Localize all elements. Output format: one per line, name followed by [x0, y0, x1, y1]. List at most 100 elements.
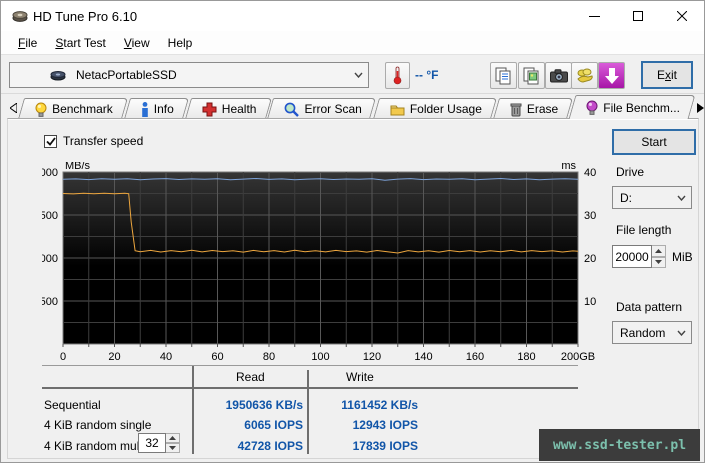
svg-text:20: 20: [108, 351, 120, 363]
tab-scroll-right-button[interactable]: [696, 98, 704, 118]
svg-text:ms: ms: [561, 162, 576, 172]
app-disk-icon: [12, 9, 28, 23]
tab-benchmark[interactable]: Benchmark: [21, 98, 125, 119]
temperature-value: -- °F: [415, 68, 439, 82]
drive-label: Drive: [616, 165, 645, 179]
svg-text:1000: 1000: [42, 253, 58, 265]
copy-text-button[interactable]: [490, 62, 517, 89]
data-pattern-select[interactable]: Random: [612, 321, 692, 344]
queue-depth-input[interactable]: 32: [138, 433, 166, 453]
row-label-random-multi: 4 KiB random multi: [44, 439, 146, 453]
transfer-speed-label: Transfer speed: [63, 134, 144, 148]
svg-text:500: 500: [42, 296, 58, 308]
svg-text:40: 40: [160, 351, 172, 363]
queue-depth-up-button[interactable]: [166, 433, 180, 443]
svg-text:80: 80: [263, 351, 275, 363]
arrow-right-icon: [696, 103, 704, 113]
queue-depth-down-button[interactable]: [166, 443, 180, 453]
menu-file[interactable]: File: [9, 33, 46, 53]
hand-coins-icon: [576, 68, 593, 83]
data-pattern-label: Data pattern: [616, 300, 683, 314]
donate-button[interactable]: [571, 62, 598, 89]
tab-folder-usage[interactable]: Folder Usage: [376, 98, 494, 119]
bulb-yellow-icon: [35, 102, 47, 117]
tab-scroll-left-button[interactable]: [10, 98, 18, 118]
close-button[interactable]: [660, 1, 704, 31]
save-results-button[interactable]: [598, 62, 625, 89]
arrow-left-icon: [10, 103, 18, 113]
title-bar: HD Tune Pro 6.10: [1, 1, 704, 31]
menu-help[interactable]: Help: [159, 33, 202, 53]
file-length-down-button[interactable]: [652, 256, 666, 268]
svg-text:100: 100: [311, 351, 329, 363]
svg-text:180: 180: [517, 351, 535, 363]
results-divider: [42, 365, 578, 366]
transfer-speed-checkbox[interactable]: [44, 134, 57, 148]
menu-start-test[interactable]: Start Test: [46, 33, 114, 53]
temperature-button[interactable]: [385, 62, 410, 89]
row-label-random-single: 4 KiB random single: [44, 418, 152, 432]
start-button[interactable]: Start: [612, 129, 696, 155]
drive-select[interactable]: D:: [612, 186, 692, 209]
tab-health[interactable]: Health: [188, 98, 269, 119]
file-length-unit: MiB: [672, 249, 693, 264]
toolbar: NetacPortableSSD -- °F Exit: [1, 54, 704, 94]
arrow-up-icon: [169, 436, 176, 440]
random-single-read-value: 6065 IOPS: [244, 418, 303, 432]
menu-bar: File Start Test View Help: [1, 31, 704, 54]
copy-image-button[interactable]: [518, 62, 545, 89]
header-underline: [42, 387, 578, 389]
svg-text:120: 120: [363, 351, 381, 363]
copy-image-icon: [523, 67, 539, 84]
column-separator: [192, 366, 194, 454]
menu-view[interactable]: View: [115, 33, 159, 53]
tab-strip: Benchmark Info Health Error Scan Folder …: [1, 95, 704, 119]
svg-text:2000: 2000: [42, 167, 58, 179]
svg-text:140: 140: [414, 351, 432, 363]
chevron-down-icon: [671, 330, 691, 336]
side-panel: Start Drive D: File length 20000 MiB Dat…: [612, 129, 698, 344]
svg-text:60: 60: [211, 351, 223, 363]
column-separator: [307, 370, 309, 454]
svg-text:0: 0: [60, 351, 66, 363]
drive-value: D:: [620, 190, 632, 205]
file-length-label: File length: [616, 223, 672, 237]
svg-text:10: 10: [584, 296, 596, 308]
info-icon: [141, 101, 148, 117]
screenshot-button[interactable]: [545, 62, 572, 89]
sequential-read-value: 1950636 KB/s: [225, 398, 303, 412]
sequential-write-value: 1161452 KB/s: [341, 398, 418, 412]
svg-text:30: 30: [584, 210, 596, 222]
read-column-header: Read: [236, 370, 265, 384]
folder-icon: [390, 105, 405, 115]
tab-info[interactable]: Info: [127, 98, 186, 119]
arrow-up-icon: [655, 248, 662, 253]
file-benchmark-page: Transfer speed 20001500100050040302010MB…: [7, 118, 700, 461]
benchmark-chart: 2000 1500 1000 500 40 30 20 10 MB/s ms 0 20 40 60 80 10…: [42, 162, 596, 363]
file-length-input[interactable]: 20000: [612, 245, 652, 268]
copy-text-icon: [495, 67, 511, 84]
health-cross-icon: [202, 102, 217, 116]
device-select[interactable]: NetacPortableSSD: [9, 62, 369, 88]
tab-file-benchmark[interactable]: File Benchm...: [572, 95, 692, 119]
benchmark-chart-area: 2000 1500 1000 500 40 30 20 10 MB/s ms 0 20 40 60 80 10…: [42, 162, 602, 367]
chevron-down-icon: [348, 72, 368, 78]
row-label-sequential: Sequential: [44, 398, 101, 412]
hd-tune-window: HD Tune Pro 6.10 File Start Test View He…: [0, 0, 705, 463]
data-pattern-value: Random: [620, 325, 666, 340]
svg-text:200GB: 200GB: [561, 351, 595, 363]
tab-error-scan[interactable]: Error Scan: [270, 98, 373, 119]
maximize-button[interactable]: [616, 1, 660, 31]
bulb-purple-icon: [586, 100, 598, 115]
file-length-up-button[interactable]: [652, 245, 666, 257]
magnifier-icon: [285, 102, 300, 117]
trash-icon: [510, 103, 522, 116]
random-multi-write-value: 17839 IOPS: [352, 439, 418, 453]
tab-erase[interactable]: Erase: [496, 98, 570, 119]
device-name: NetacPortableSSD: [76, 68, 177, 82]
svg-text:MB/s: MB/s: [65, 162, 91, 172]
camera-icon: [549, 68, 568, 82]
minimize-button[interactable]: [572, 1, 616, 31]
exit-button[interactable]: Exit: [641, 61, 693, 89]
check-icon: [45, 136, 56, 146]
